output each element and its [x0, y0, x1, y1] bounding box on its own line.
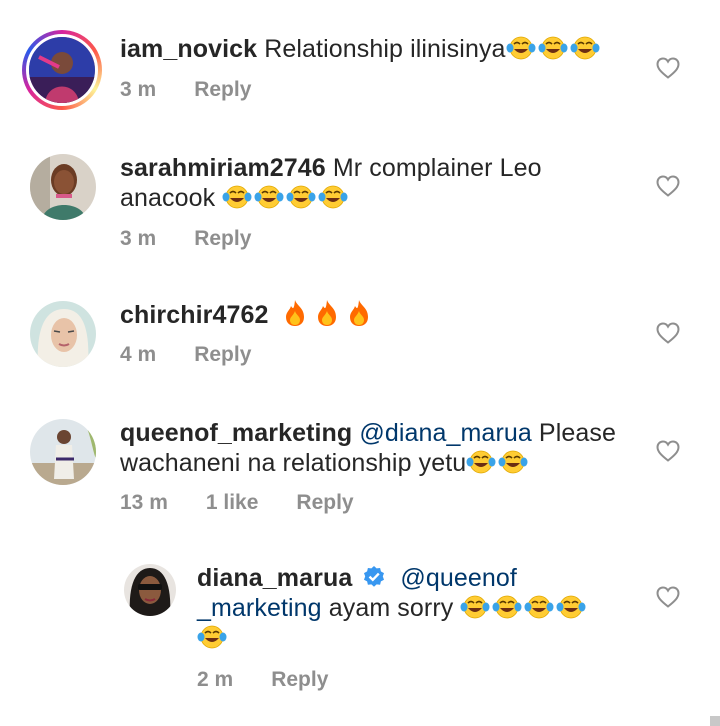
timestamp: 2 m	[197, 668, 234, 691]
mention-link[interactable]: @queenof	[400, 564, 517, 592]
timestamp: 4 m	[120, 343, 157, 366]
comment-meta: 4 m Reply	[120, 343, 289, 367]
comment-text: chirchir4762	[120, 299, 640, 330]
fire-emoji	[347, 299, 371, 327]
mention-link[interactable]: _marketing	[197, 594, 322, 622]
comment-text: iam_novick Relationship ilinisinya	[120, 34, 640, 64]
comment-body: Please	[531, 419, 616, 447]
username[interactable]: queenof_marketing	[120, 419, 352, 447]
timestamp: 3 m	[120, 227, 157, 250]
comment-body: Relationship ilinisinya	[257, 35, 506, 63]
avatar[interactable]	[30, 419, 96, 485]
mention-link[interactable]: @diana_marua	[352, 419, 532, 447]
heart-outline-icon[interactable]	[656, 586, 680, 608]
fire-emoji	[315, 299, 339, 327]
username[interactable]: sarahmiriam2746	[120, 154, 326, 182]
comment-body: Mr complainer Leo	[325, 154, 542, 182]
laugh-emoji	[538, 35, 568, 61]
reply-button[interactable]: Reply	[194, 227, 251, 250]
corner-mark	[710, 716, 720, 726]
laugh-emoji	[222, 184, 252, 210]
comment-meta: 2 m Reply	[197, 668, 366, 692]
fire-emoji	[283, 299, 307, 327]
comment-text: diana_marua @queenof _marketing ayam sorr…	[197, 563, 637, 653]
username[interactable]: diana_marua	[197, 564, 352, 592]
laugh-emoji	[570, 35, 600, 61]
comment-body: ayam sorry	[321, 594, 461, 622]
comment-meta: 3 m Reply	[120, 78, 289, 102]
heart-outline-icon[interactable]	[656, 175, 680, 197]
laugh-emoji	[556, 594, 586, 620]
laugh-emoji	[197, 624, 227, 650]
comment-meta: 3 m Reply	[120, 227, 289, 251]
verified-badge-icon	[364, 566, 385, 587]
laugh-emoji	[318, 184, 348, 210]
avatar[interactable]	[124, 564, 176, 616]
reply-button[interactable]: Reply	[271, 668, 328, 691]
avatar[interactable]	[30, 301, 96, 367]
comment-meta: 13 m 1 like Reply	[120, 491, 392, 515]
laugh-emoji	[460, 594, 490, 620]
timestamp: 3 m	[120, 78, 157, 101]
laugh-emoji	[492, 594, 522, 620]
laugh-emoji	[524, 594, 554, 620]
reply-button[interactable]: Reply	[194, 343, 251, 366]
laugh-emoji	[466, 449, 496, 475]
heart-outline-icon[interactable]	[656, 440, 680, 462]
heart-outline-icon[interactable]	[656, 322, 680, 344]
comment-text: queenof_marketing @diana_marua Please wa…	[120, 418, 640, 478]
reply-button[interactable]: Reply	[194, 78, 251, 101]
timestamp: 13 m	[120, 491, 168, 514]
username[interactable]: iam_novick	[120, 35, 257, 63]
avatar[interactable]	[26, 34, 98, 106]
laugh-emoji	[254, 184, 284, 210]
comment-text: sarahmiriam2746 Mr complainer Leo anacoo…	[120, 153, 640, 213]
comment-body: anacook	[120, 184, 223, 212]
comment-body: wachaneni na relationship yetu	[120, 449, 467, 477]
heart-outline-icon[interactable]	[656, 57, 680, 79]
laugh-emoji	[498, 449, 528, 475]
reply-button[interactable]: Reply	[296, 491, 353, 514]
laugh-emoji	[506, 35, 536, 61]
like-count[interactable]: 1 like	[206, 491, 259, 514]
username[interactable]: chirchir4762	[120, 301, 269, 329]
laugh-emoji	[286, 184, 316, 210]
avatar[interactable]	[30, 154, 96, 220]
